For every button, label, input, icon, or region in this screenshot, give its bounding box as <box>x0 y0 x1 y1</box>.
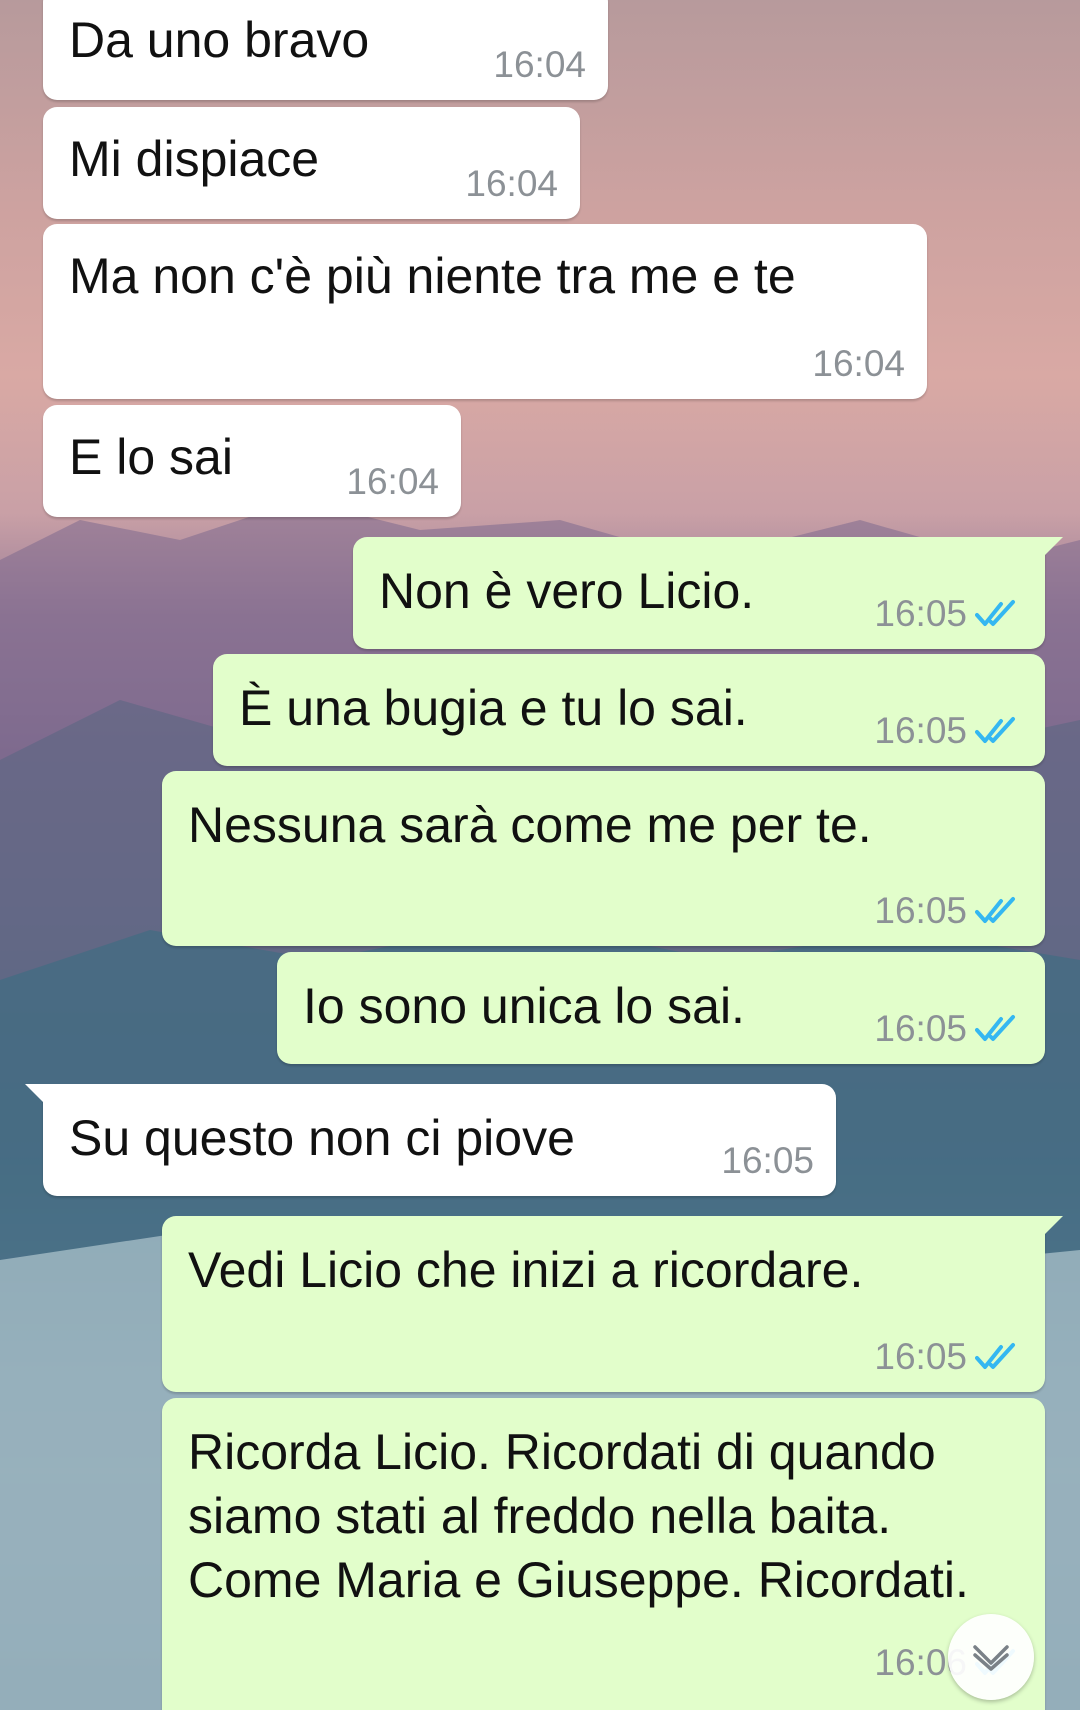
message-time: 16:04 <box>812 343 905 384</box>
message-text: Da uno bravo <box>69 12 370 68</box>
double-check-icon <box>975 1015 1015 1041</box>
message-text: E lo sai <box>69 429 233 485</box>
message-time: 16:05 <box>874 593 967 634</box>
message-text: Nessuna sarà come me per te. <box>188 797 872 853</box>
message-text: È una bugia e tu lo sai. <box>239 680 748 736</box>
message-bubble-incoming[interactable]: Ma non c'è più niente tra me e te 16:04 <box>43 224 927 399</box>
message-time: 16:04 <box>346 461 439 502</box>
message-text: Su questo non ci piove <box>69 1110 575 1166</box>
message-text: Mi dispiace <box>69 131 320 187</box>
message-text: Io sono unica lo sai. <box>303 978 745 1034</box>
chevron-down-icon <box>973 1645 1009 1671</box>
message-bubble-outgoing[interactable]: È una bugia e tu lo sai. 16:05 <box>213 654 1045 766</box>
message-meta: 16:05 <box>874 593 1023 635</box>
message-bubble-incoming[interactable]: E lo sai 16:04 <box>43 405 461 517</box>
message-bubble-outgoing[interactable]: Non è vero Licio. 16:05 <box>353 537 1063 649</box>
message-time: 16:04 <box>465 163 558 204</box>
message-time: 16:05 <box>874 1008 967 1049</box>
message-bubble-incoming[interactable]: Su questo non ci piove 16:05 <box>25 1084 836 1196</box>
message-time: 16:05 <box>721 1140 814 1181</box>
message-time: 16:04 <box>493 44 586 85</box>
double-check-icon <box>975 897 1015 923</box>
message-bubble-outgoing[interactable]: Vedi Licio che inizi a ricordare. 16:05 <box>162 1216 1063 1392</box>
double-check-icon <box>975 717 1015 743</box>
message-text: Ricorda Licio. Ricordati di quando siamo… <box>188 1424 969 1608</box>
message-bubble-outgoing[interactable]: Io sono unica lo sai. 16:05 <box>277 952 1045 1064</box>
message-time: 16:05 <box>874 890 967 931</box>
message-text: Vedi Licio che inizi a ricordare. <box>188 1242 864 1298</box>
message-bubble-incoming[interactable]: Da uno bravo 16:04 <box>43 0 608 100</box>
message-meta: 16:04 <box>812 343 905 385</box>
double-check-icon <box>975 600 1015 626</box>
message-meta: 16:04 <box>493 44 586 86</box>
message-meta: 16:04 <box>465 163 558 205</box>
message-time: 16:05 <box>874 1336 967 1377</box>
message-meta: 16:05 <box>874 890 1023 932</box>
message-meta: 16:05 <box>874 710 1023 752</box>
message-bubble-outgoing[interactable]: Ricorda Licio. Ricordati di quando siamo… <box>162 1398 1045 1710</box>
scroll-to-bottom-button[interactable] <box>948 1614 1034 1700</box>
bubble-tail <box>1041 537 1063 559</box>
message-text: Ma non c'è più niente tra me e te <box>69 248 796 304</box>
message-meta: 16:05 <box>721 1140 814 1182</box>
message-meta: 16:05 <box>874 1008 1023 1050</box>
bubble-tail <box>25 1084 47 1106</box>
message-meta: 16:04 <box>346 461 439 503</box>
message-text: Non è vero Licio. <box>379 563 755 619</box>
message-time: 16:05 <box>874 710 967 751</box>
bubble-tail <box>1041 1216 1063 1238</box>
double-check-icon <box>975 1343 1015 1369</box>
message-bubble-incoming[interactable]: Mi dispiace 16:04 <box>43 107 580 219</box>
message-bubble-outgoing[interactable]: Nessuna sarà come me per te. 16:05 <box>162 771 1045 946</box>
message-meta: 16:05 <box>874 1336 1023 1378</box>
